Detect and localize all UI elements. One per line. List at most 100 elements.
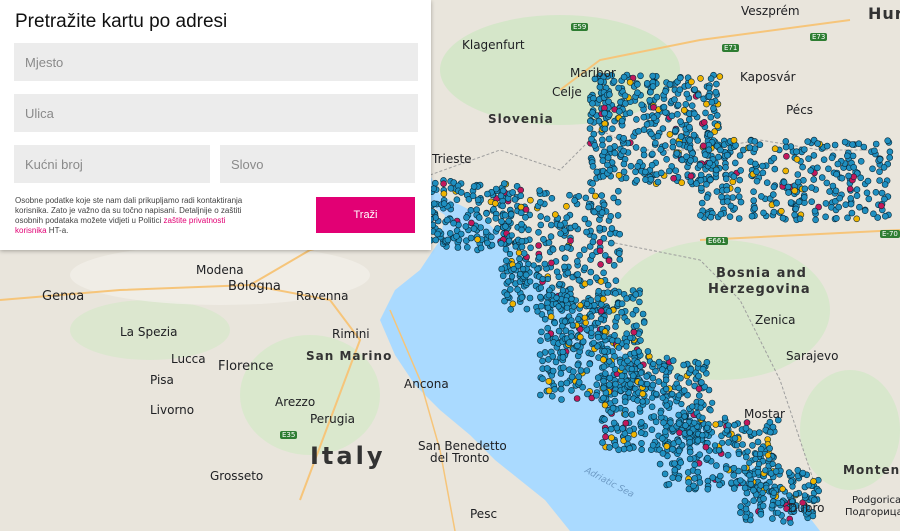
- coverage-marker[interactable]: [538, 328, 545, 336]
- coverage-marker[interactable]: [511, 196, 519, 203]
- coverage-marker[interactable]: [430, 185, 438, 192]
- coverage-marker[interactable]: [663, 442, 671, 450]
- coverage-marker[interactable]: [760, 209, 767, 217]
- coverage-marker[interactable]: [548, 259, 555, 267]
- coverage-marker[interactable]: [805, 482, 812, 489]
- coverage-marker[interactable]: [602, 427, 609, 434]
- coverage-marker[interactable]: [757, 193, 765, 200]
- coverage-marker[interactable]: [828, 154, 836, 162]
- coverage-marker[interactable]: [694, 137, 702, 144]
- coverage-marker[interactable]: [637, 363, 644, 370]
- coverage-marker[interactable]: [785, 469, 793, 476]
- coverage-marker[interactable]: [615, 108, 623, 115]
- coverage-marker[interactable]: [657, 169, 665, 177]
- coverage-marker[interactable]: [675, 447, 683, 455]
- coverage-marker[interactable]: [589, 163, 597, 170]
- coverage-marker[interactable]: [585, 203, 592, 211]
- coverage-marker[interactable]: [605, 257, 613, 265]
- coverage-marker[interactable]: [618, 300, 626, 308]
- coverage-marker[interactable]: [517, 270, 524, 278]
- coverage-marker[interactable]: [598, 192, 606, 199]
- coverage-marker[interactable]: [477, 244, 485, 252]
- coverage-marker[interactable]: [508, 232, 515, 239]
- coverage-marker[interactable]: [588, 252, 596, 259]
- coverage-marker[interactable]: [632, 144, 640, 151]
- coverage-marker[interactable]: [604, 154, 612, 161]
- coverage-marker[interactable]: [832, 187, 840, 195]
- coverage-marker[interactable]: [677, 133, 685, 140]
- coverage-marker[interactable]: [870, 210, 877, 218]
- coverage-marker[interactable]: [543, 365, 551, 372]
- coverage-marker[interactable]: [713, 462, 720, 469]
- coverage-marker[interactable]: [600, 384, 607, 392]
- coverage-marker[interactable]: [876, 177, 883, 184]
- coverage-marker[interactable]: [587, 268, 595, 276]
- coverage-marker[interactable]: [717, 210, 725, 218]
- coverage-marker[interactable]: [454, 244, 462, 251]
- coverage-marker[interactable]: [551, 385, 559, 393]
- coverage-marker[interactable]: [431, 179, 439, 187]
- coverage-marker[interactable]: [691, 110, 698, 118]
- coverage-marker[interactable]: [613, 313, 621, 321]
- coverage-marker[interactable]: [831, 141, 839, 149]
- coverage-marker[interactable]: [783, 153, 790, 160]
- coverage-marker[interactable]: [647, 130, 655, 138]
- coverage-marker[interactable]: [498, 218, 505, 225]
- coverage-marker[interactable]: [588, 187, 596, 194]
- coverage-marker[interactable]: [751, 205, 759, 212]
- coverage-marker[interactable]: [881, 181, 889, 188]
- coverage-marker[interactable]: [623, 343, 630, 350]
- coverage-marker[interactable]: [678, 179, 686, 186]
- coverage-marker[interactable]: [686, 455, 694, 463]
- coverage-marker[interactable]: [686, 144, 694, 152]
- coverage-marker[interactable]: [580, 246, 588, 253]
- coverage-marker[interactable]: [518, 220, 525, 228]
- coverage-marker[interactable]: [791, 211, 798, 219]
- coverage-marker[interactable]: [737, 198, 745, 206]
- coverage-marker[interactable]: [698, 379, 705, 386]
- coverage-marker[interactable]: [671, 460, 678, 467]
- coverage-marker[interactable]: [523, 305, 531, 313]
- coverage-marker[interactable]: [654, 178, 662, 186]
- coverage-marker[interactable]: [627, 380, 634, 388]
- coverage-marker[interactable]: [780, 518, 787, 525]
- coverage-marker[interactable]: [618, 372, 626, 380]
- coverage-marker[interactable]: [497, 240, 505, 247]
- coverage-marker[interactable]: [687, 157, 694, 164]
- coverage-marker[interactable]: [812, 216, 819, 224]
- coverage-marker[interactable]: [640, 126, 648, 133]
- coverage-marker[interactable]: [697, 75, 704, 82]
- coverage-marker[interactable]: [669, 138, 677, 145]
- coverage-marker[interactable]: [669, 474, 677, 482]
- coverage-marker[interactable]: [886, 148, 894, 156]
- coverage-marker[interactable]: [737, 167, 745, 174]
- coverage-marker[interactable]: [656, 460, 664, 468]
- coverage-marker[interactable]: [652, 139, 659, 147]
- coverage-marker[interactable]: [595, 287, 603, 295]
- coverage-marker[interactable]: [430, 200, 438, 207]
- coverage-marker[interactable]: [569, 322, 576, 329]
- coverage-marker[interactable]: [546, 287, 553, 294]
- coverage-marker[interactable]: [716, 472, 724, 480]
- coverage-marker[interactable]: [706, 131, 714, 139]
- coverage-marker[interactable]: [505, 217, 513, 225]
- coverage-marker[interactable]: [655, 378, 663, 385]
- coverage-marker[interactable]: [674, 101, 682, 109]
- coverage-marker[interactable]: [573, 257, 581, 265]
- coverage-marker[interactable]: [731, 421, 738, 429]
- coverage-marker[interactable]: [559, 287, 567, 294]
- coverage-marker[interactable]: [648, 426, 656, 434]
- coverage-marker[interactable]: [517, 186, 525, 194]
- coverage-marker[interactable]: [642, 176, 649, 183]
- coverage-marker[interactable]: [660, 419, 667, 427]
- coverage-marker[interactable]: [564, 269, 572, 277]
- coverage-marker[interactable]: [620, 168, 628, 176]
- coverage-marker[interactable]: [503, 291, 511, 299]
- coverage-marker[interactable]: [742, 513, 750, 521]
- coverage-marker[interactable]: [810, 176, 818, 183]
- coverage-marker[interactable]: [876, 168, 883, 175]
- coverage-marker[interactable]: [434, 230, 441, 238]
- coverage-marker[interactable]: [621, 92, 629, 99]
- coverage-marker[interactable]: [697, 184, 705, 192]
- coverage-marker[interactable]: [737, 503, 745, 510]
